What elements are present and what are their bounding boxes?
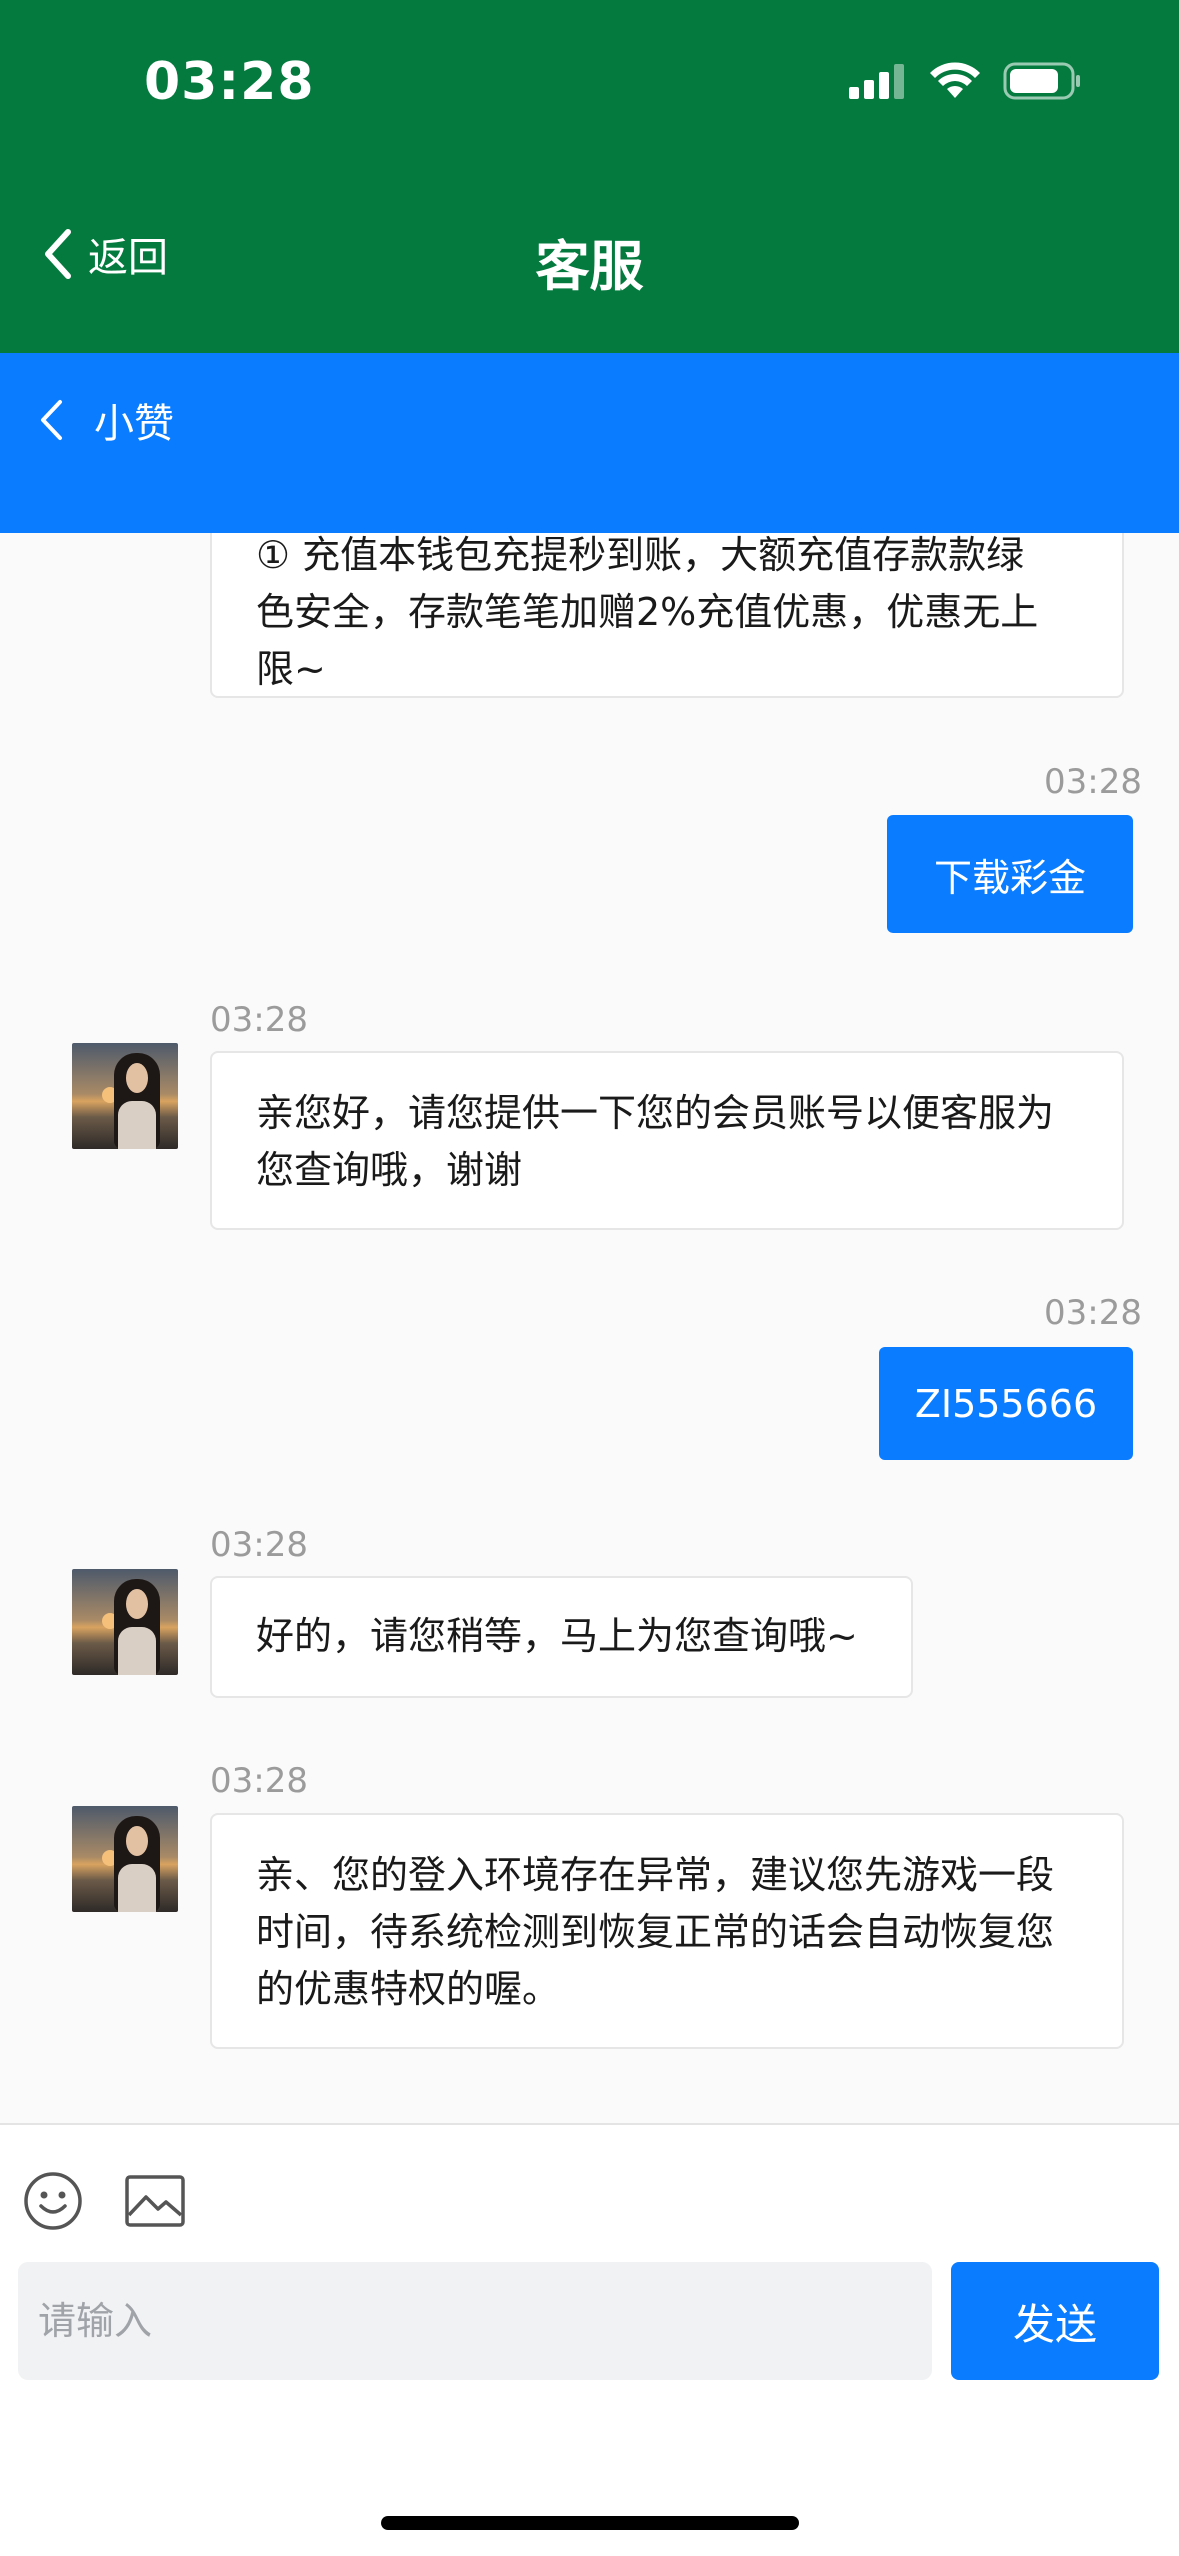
home-indicator[interactable] [381, 2516, 799, 2530]
chevron-left-icon [41, 400, 62, 440]
top-bar: 03:28 返回 客服 [0, 0, 1179, 353]
message-line: 您查询哦，谢谢 [256, 1148, 523, 1192]
send-button[interactable]: 发送 [951, 2262, 1159, 2380]
message-time: 03:28 [1044, 1293, 1142, 1333]
agent-message: 亲、您的登入环境存在异常，建议您先游戏一段 时间，待系统检测到恢复正常的话会自动… [210, 1813, 1124, 2049]
message-line: 亲您好，请您提供一下您的会员账号以便客服为 [256, 1091, 1055, 1135]
message-time: 03:28 [210, 1000, 308, 1040]
chat-header: 小赞 [0, 353, 1179, 533]
agent-name: 小赞 [94, 401, 174, 447]
message-line: 限~ [256, 647, 326, 691]
composer: 发送 [0, 2123, 1179, 2556]
image-icon[interactable] [124, 2173, 186, 2229]
composer-tools [22, 2170, 186, 2232]
chat-screen: 03:28 返回 客服 小赞 ① 充值本钱包充提秒到账，大额充值存款款绿 色安全… [0, 0, 1179, 2556]
message-input[interactable] [18, 2262, 932, 2380]
agent-message: ① 充值本钱包充提秒到账，大额充值存款款绿 色安全，存款笔笔加赠2%充值优惠，优… [210, 533, 1124, 698]
message-time: 03:28 [210, 1761, 308, 1801]
agent-avatar [72, 1569, 178, 1675]
agent-message: 好的，请您稍等，马上为您查询哦~ [210, 1576, 913, 1698]
agent-message: 亲您好，请您提供一下您的会员账号以便客服为 您查询哦，谢谢 [210, 1051, 1124, 1230]
cellular-signal-icon [849, 64, 904, 99]
agent-avatar [72, 1043, 178, 1149]
wifi-icon [930, 62, 980, 98]
user-message: ZI555666 [879, 1347, 1133, 1460]
status-icons [847, 62, 1083, 100]
message-list[interactable]: ① 充值本钱包充提秒到账，大额充值存款款绿 色安全，存款笔笔加赠2%充值优惠，优… [0, 533, 1179, 2123]
message-line: 亲、您的登入环境存在异常，建议您先游戏一段 [256, 1853, 1055, 1897]
battery-icon [1003, 62, 1080, 100]
message-line: 好的，请您稍等，马上为您查询哦~ [256, 1614, 858, 1658]
message-time: 03:28 [210, 1525, 308, 1565]
chat-back-button[interactable]: 小赞 [38, 391, 174, 449]
page-title: 客服 [535, 235, 644, 298]
agent-avatar [72, 1806, 178, 1912]
message-line: ① 充值本钱包充提秒到账，大额充值存款款绿 [256, 533, 1025, 577]
smiley-icon[interactable] [22, 2170, 84, 2232]
message-line: 色安全，存款笔笔加赠2%充值优惠，优惠无上 [256, 590, 1039, 634]
user-message: 下载彩金 [887, 815, 1133, 933]
message-line: 时间，待系统检测到恢复正常的话会自动恢复您 [256, 1910, 1055, 1954]
status-time: 03:28 [144, 52, 315, 112]
message-time: 03:28 [1044, 762, 1142, 802]
message-line: 的优惠特权的喔。 [256, 1967, 561, 2011]
